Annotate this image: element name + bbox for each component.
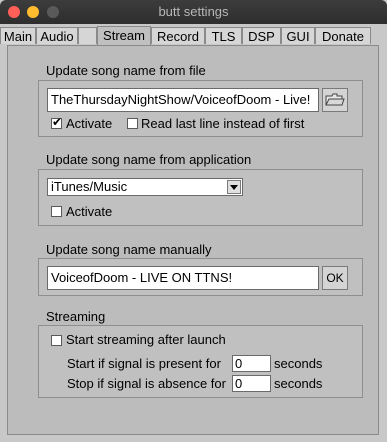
app-select-value: iTunes/Music [51,179,128,194]
song-file-path-input[interactable]: TheThursdayNightShow/VoiceofDoom - Live! [47,88,319,112]
checkmark-icon: ✔ [52,115,63,129]
signal-absent-seconds-input[interactable]: 0 [232,375,271,392]
file-group-title: Update song name from file [46,63,206,78]
read-last-line-label: Read last line instead of first [141,116,305,131]
signal-present-label: Start if signal is present for [67,356,221,371]
ok-button[interactable]: OK [322,266,348,290]
start-after-launch-label: Start streaming after launch [66,332,226,347]
folder-icon [325,93,345,106]
tab-stream[interactable]: Stream [97,26,151,45]
tab-spacer [78,27,97,44]
song-name-input[interactable]: VoiceofDoom - LIVE ON TTNS! [47,266,319,290]
tab-dsp[interactable]: DSP [242,27,281,44]
signal-absent-unit: seconds [274,376,323,391]
signal-absent-label: Stop if signal is absence for [67,376,226,391]
app-activate-checkbox[interactable] [51,206,62,217]
tab-donate[interactable]: Donate [315,27,371,44]
app-activate-label: Activate [66,204,113,219]
title-bar: butt settings [0,0,387,24]
window-title: butt settings [158,4,229,19]
start-after-launch-checkbox[interactable] [51,335,62,346]
chevron-down-icon [227,180,241,194]
manual-group-title: Update song name manually [46,242,212,257]
app-select[interactable]: iTunes/Music [47,178,243,196]
file-activate-label: Activate [66,116,113,131]
signal-present-unit: seconds [274,356,323,371]
tab-main[interactable]: Main [0,27,36,44]
streaming-group-title: Streaming [46,309,106,324]
browse-file-button[interactable] [322,88,348,112]
tab-record[interactable]: Record [151,27,205,44]
app-group-title: Update song name from application [46,152,252,167]
signal-present-seconds-input[interactable]: 0 [232,355,271,372]
tab-audio[interactable]: Audio [36,27,78,44]
tab-tls[interactable]: TLS [205,27,242,44]
tab-gui[interactable]: GUI [281,27,315,44]
read-last-line-checkbox[interactable] [127,118,138,129]
file-activate-checkbox[interactable]: ✔ [51,115,63,129]
